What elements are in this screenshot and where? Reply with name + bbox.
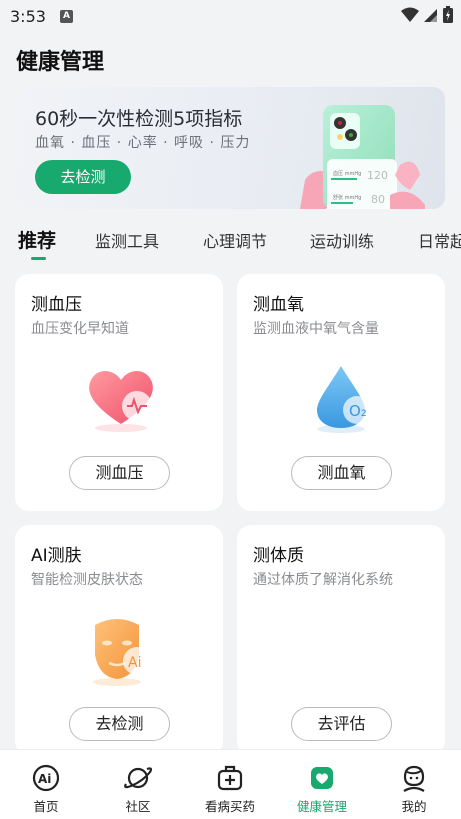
profile-face-icon [403,765,425,792]
signal-icon [424,8,437,22]
tab-recommended[interactable]: 推荐 [18,226,56,253]
card-title: 测体质 [253,546,304,566]
oxygen-label: O₂ [349,402,367,420]
nav-label: 首页 [33,799,59,814]
promo-banner[interactable]: 60秒一次性检测5项指标 血氧 · 血压 · 心率 · 呼吸 · 压力 去检测 … [15,87,445,209]
health-heart-icon [311,767,333,789]
svg-text:血压 mmHg: 血压 mmHg [333,170,361,177]
card-blood-oxygen[interactable]: 测血氧 监测血液中氧气含量 O₂ 测血氧 [237,274,445,511]
card-description: 血压变化早知道 [31,321,129,337]
nav-medical[interactable]: 看病买药 [184,750,276,819]
card-blood-pressure[interactable]: 测血压 血压变化早知道 测血压 [15,274,223,511]
nav-label: 健康管理 [296,799,347,814]
tab-monitoring-tools[interactable]: 监测工具 [95,228,159,252]
card-ai-skin[interactable]: AI测肤 智能检测皮肤状态 Ai 去检测 [15,525,223,755]
heart-icon [89,371,153,432]
banner-subtitle: 血氧 · 血压 · 心率 · 呼吸 · 压力 [35,135,251,151]
banner-readout-1: 120 [367,169,388,182]
card-description: 监测血液中氧气含量 [253,321,379,337]
measure-blood-pressure-button[interactable]: 测血压 [69,456,170,490]
tab-daily[interactable]: 日常起 [418,228,461,252]
phone-in-hand-illustration: 血压 mmHg 舒张 mmHg 120 80 [300,105,425,209]
tab-exercise-training[interactable]: 运动训练 [310,228,374,252]
card-body-constitution[interactable]: 测体质 通过体质了解消化系统 去评估 [237,525,445,755]
planet-icon [124,767,153,789]
battery-icon [443,6,453,23]
notification-icon: A [59,9,73,23]
measure-blood-oxygen-button[interactable]: 测血氧 [291,456,392,490]
svg-text:Ai: Ai [38,772,51,786]
page-title: 健康管理 [16,50,105,75]
constitution-assess-button[interactable]: 去评估 [291,707,392,741]
face-mask-icon: Ai [93,619,151,686]
ai-label: Ai [128,655,141,671]
water-drop-icon: O₂ [317,366,371,433]
medical-kit-icon [217,765,243,791]
status-time: 3:53 [10,6,46,26]
status-icons [401,6,453,23]
nav-label: 社区 [125,799,151,814]
banner-title: 60秒一次性检测5项指标 [35,108,243,130]
ai-home-icon: Ai [32,764,60,792]
category-tabs: 推荐 监测工具 心理调节 运动训练 日常起 [0,222,461,262]
nav-label: 我的 [401,799,427,814]
card-title: 测血压 [31,295,82,315]
active-tab-indicator [31,257,46,260]
status-bar: 3:53 A [0,0,461,32]
card-description: 通过体质了解消化系统 [253,572,393,588]
svg-text:舒张 mmHg: 舒张 mmHg [333,194,361,201]
wifi-icon [401,7,419,22]
nav-home[interactable]: Ai 首页 [0,750,92,819]
banner-detect-button[interactable]: 去检测 [35,160,131,194]
tab-mental-adjustment[interactable]: 心理调节 [203,228,267,252]
bottom-navigation: Ai 首页 社区 看病买药 健康管理 我的 [0,749,461,819]
card-description: 智能检测皮肤状态 [31,572,143,588]
card-title: 测血氧 [253,295,304,315]
nav-label: 看病买药 [204,799,255,814]
skin-detect-button[interactable]: 去检测 [69,707,170,741]
nav-health-management[interactable]: 健康管理 [276,750,368,819]
nav-profile[interactable]: 我的 [368,750,460,819]
banner-readout-2: 80 [371,193,385,206]
card-title: AI测肤 [31,546,82,566]
nav-community[interactable]: 社区 [92,750,184,819]
